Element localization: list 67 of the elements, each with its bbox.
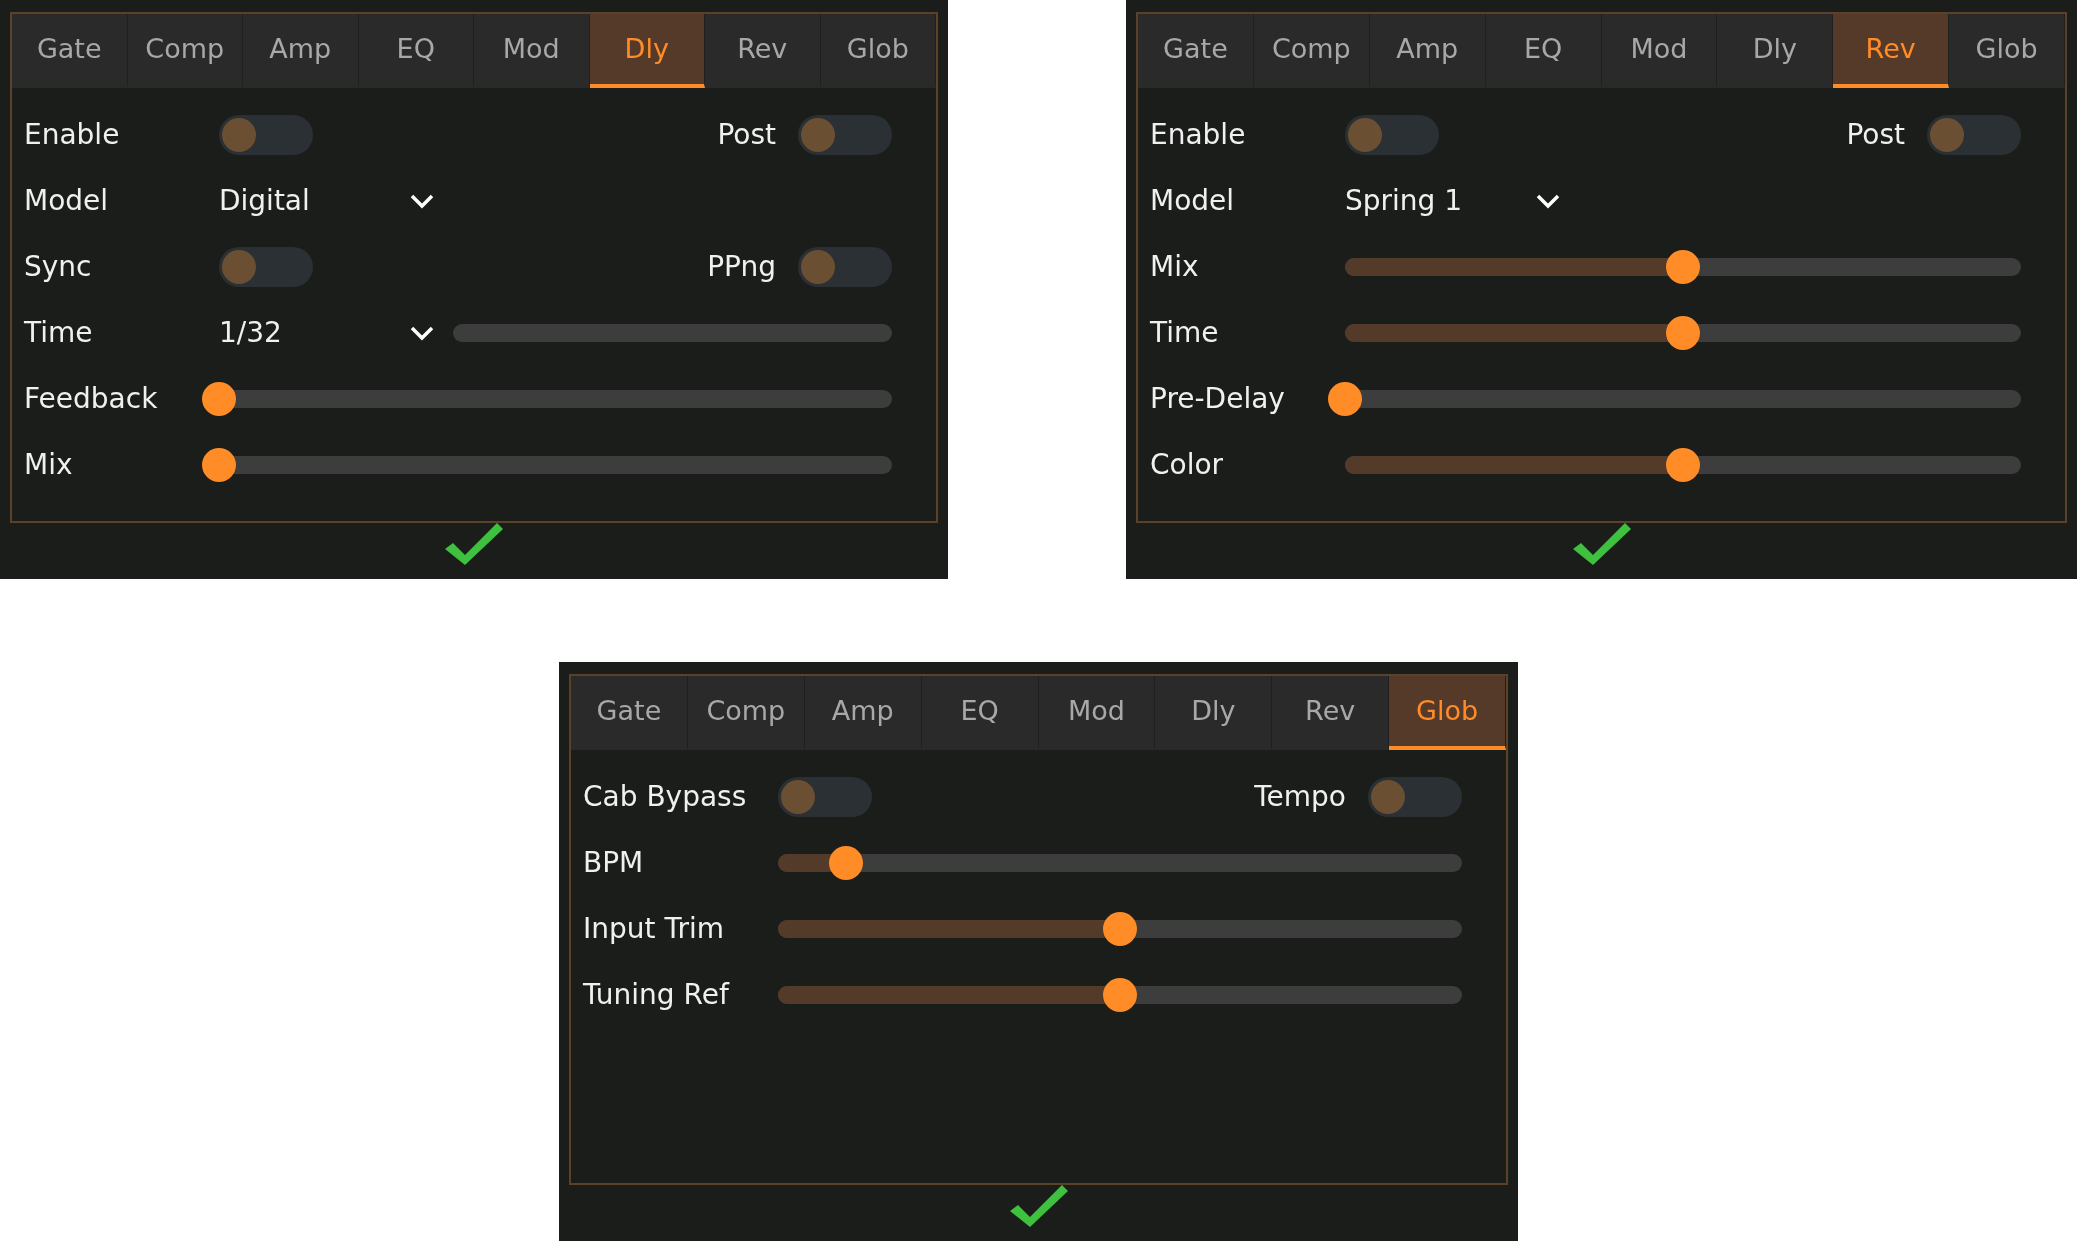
tab[interactable]: Dly: [1717, 14, 1834, 88]
dropdown[interactable]: Digital: [219, 180, 439, 222]
slider-thumb[interactable]: [829, 846, 864, 880]
tab[interactable]: Glob: [820, 14, 936, 88]
tab[interactable]: Glob: [1389, 676, 1506, 750]
tab[interactable]: Dly: [589, 14, 705, 88]
dropdown[interactable]: Spring 1: [1345, 180, 1565, 222]
field-label: Mix: [24, 447, 74, 483]
tab[interactable]: Rev: [1272, 676, 1390, 750]
field-label: BPM: [583, 845, 645, 881]
tab[interactable]: Glob: [1949, 14, 2065, 88]
field-label: Feedback: [24, 381, 159, 417]
field-label: Tempo: [1254, 779, 1346, 815]
toggle-switch[interactable]: [798, 115, 892, 155]
tab[interactable]: Mod: [1038, 676, 1156, 750]
chevron-down-icon: [1535, 192, 1561, 210]
toggle-switch[interactable]: [1345, 115, 1439, 155]
slider-thumb[interactable]: [1666, 250, 1700, 284]
field-label: Enable: [1150, 117, 1247, 153]
tab[interactable]: Amp: [243, 14, 359, 88]
slider-thumb[interactable]: [202, 448, 236, 482]
chevron-down-icon: [409, 192, 435, 210]
tab[interactable]: Amp: [804, 676, 922, 750]
field-label: Post: [1846, 117, 1905, 153]
tab[interactable]: Mod: [474, 14, 590, 88]
tab[interactable]: EQ: [921, 676, 1039, 750]
field-label: Enable: [24, 117, 121, 153]
field-label: Pre-Delay: [1150, 381, 1286, 417]
tab[interactable]: Amp: [1369, 14, 1486, 88]
field-label: Time: [24, 315, 94, 351]
toggle-switch[interactable]: [798, 247, 892, 287]
field-label: Post: [717, 117, 776, 153]
tab[interactable]: Dly: [1155, 676, 1273, 750]
toggle-switch[interactable]: [219, 115, 313, 155]
toggle-switch[interactable]: [1368, 777, 1462, 817]
field-label: PPng: [707, 249, 776, 285]
field-label: Tuning Ref: [583, 977, 731, 1013]
tab[interactable]: Rev: [1833, 14, 1950, 88]
toggle-switch[interactable]: [1927, 115, 2021, 155]
field-label: Sync: [24, 249, 93, 285]
tab[interactable]: Comp: [1253, 14, 1370, 88]
field-label: Cab Bypass: [583, 779, 748, 815]
slider-thumb[interactable]: [1666, 316, 1700, 350]
slider-thumb[interactable]: [1103, 912, 1137, 946]
field-label: Input Trim: [583, 911, 725, 947]
slider-thumb[interactable]: [1103, 978, 1137, 1012]
tab[interactable]: Gate: [571, 676, 688, 750]
field-label: Time: [1150, 315, 1220, 351]
tab[interactable]: Gate: [1138, 14, 1254, 88]
field-label: Mix: [1150, 249, 1200, 285]
field-label: Color: [1150, 447, 1225, 483]
toggle-switch[interactable]: [219, 247, 313, 287]
tab[interactable]: EQ: [358, 14, 474, 88]
slider-thumb[interactable]: [202, 382, 236, 416]
chevron-down-icon: [409, 324, 435, 342]
tab[interactable]: Comp: [127, 14, 243, 88]
slider-thumb[interactable]: [1666, 448, 1700, 482]
dropdown[interactable]: 1/32: [219, 312, 439, 354]
tab[interactable]: Rev: [705, 14, 821, 88]
field-label: Model: [1150, 183, 1236, 219]
tab[interactable]: Mod: [1601, 14, 1718, 88]
field-label: Model: [24, 183, 110, 219]
tab[interactable]: Comp: [687, 676, 805, 750]
toggle-switch[interactable]: [778, 777, 872, 817]
slider-thumb[interactable]: [1328, 382, 1362, 416]
tab[interactable]: EQ: [1485, 14, 1602, 88]
tab[interactable]: Gate: [12, 14, 128, 88]
